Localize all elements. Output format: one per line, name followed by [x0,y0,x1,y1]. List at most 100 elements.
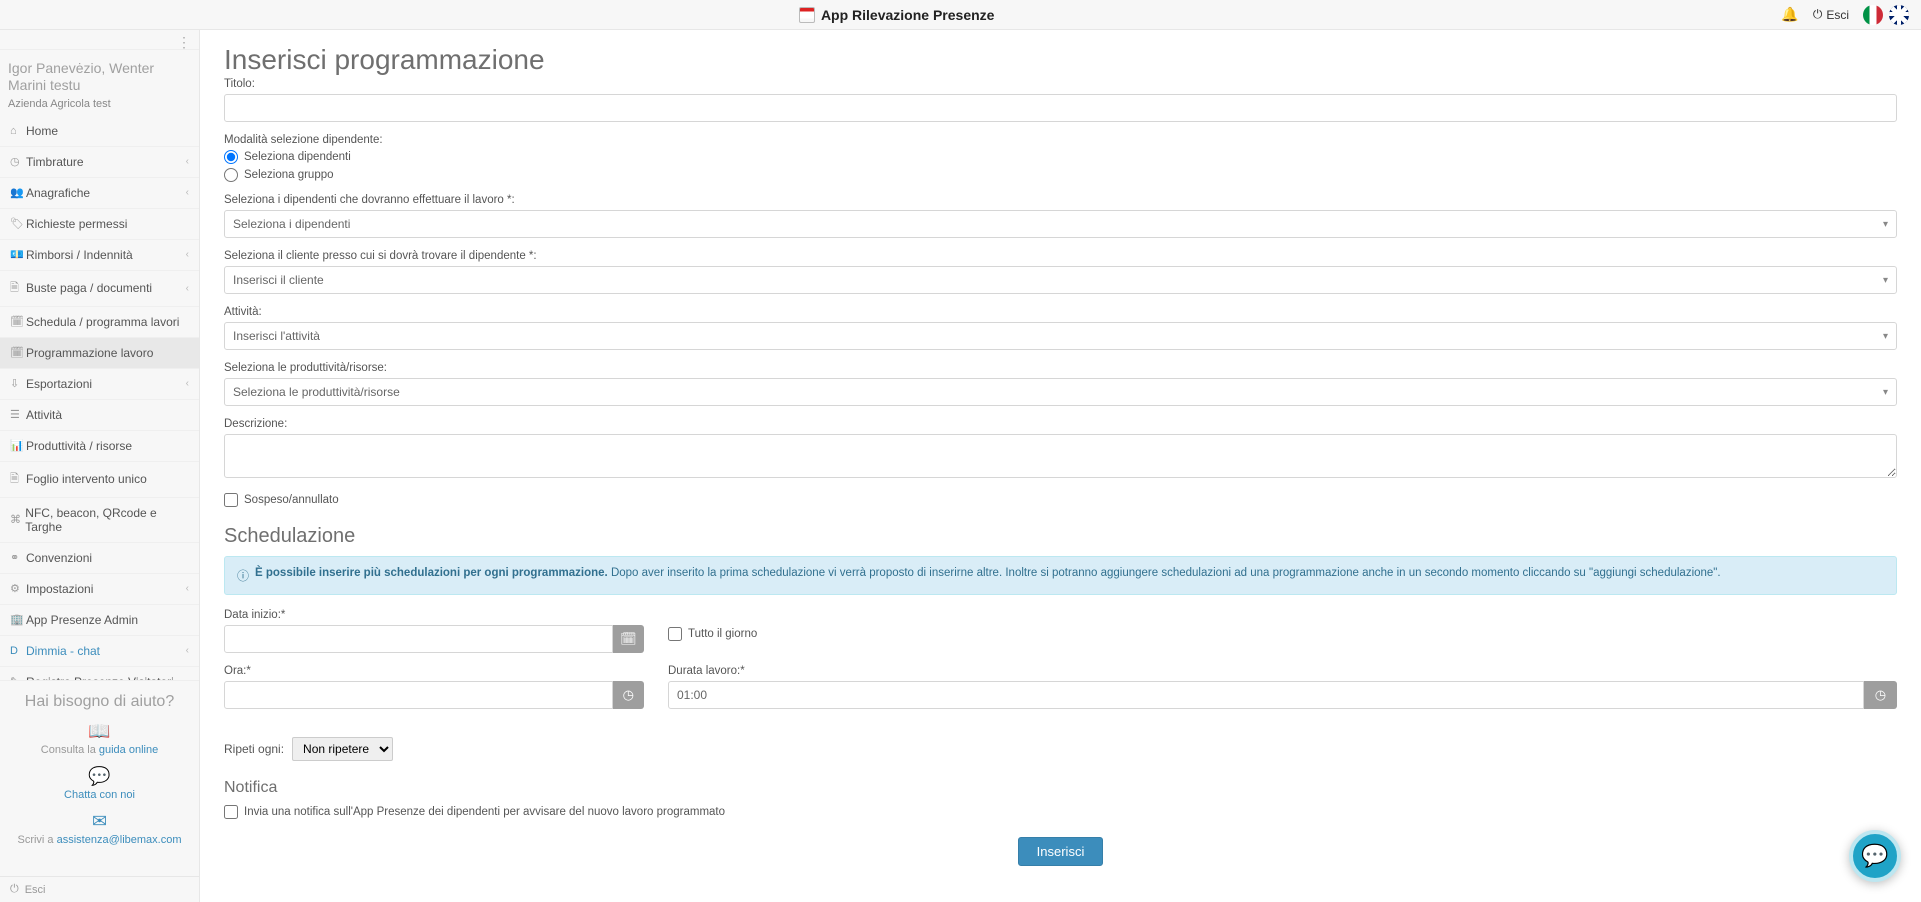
document-icon: 🗎 [10,279,26,298]
guide-link[interactable]: guida online [99,744,158,756]
sidebar-nav: ⌂Home ◷Timbrature‹ 👥Anagrafiche‹ 🏷Richie… [0,116,199,680]
chart-icon: 📊 [10,439,26,452]
caret-down-icon: ▾ [1883,387,1888,398]
clock-icon: ◷ [623,687,634,703]
notifications-icon[interactable]: 🔔 [1781,6,1798,23]
prod-select[interactable]: Seleziona le produttività/risorse ▾ [224,378,1897,406]
sidebar-footer-logout[interactable]: ⏻ Esci [0,876,199,902]
time-button[interactable]: ◷ [613,681,644,709]
sched-title: Schedulazione [224,525,1897,548]
chat-widget-button[interactable]: 💬 [1849,830,1901,882]
field-mode: Modalità selezione dipendente: Seleziona… [224,134,1897,182]
app-title-wrap: App Rilevazione Presenze [12,7,1781,23]
mode-option-dipendenti[interactable]: Seleziona dipendenti [224,150,1897,164]
topbar: App Rilevazione Presenze 🔔 ⏻ Esci [0,0,1921,30]
language-flags [1863,5,1909,25]
radio-gruppo[interactable] [224,168,238,182]
sidebar-collapse-button[interactable]: ⋮ [0,30,199,50]
employees-select[interactable]: Seleziona i dipendenti ▾ [224,210,1897,238]
field-repeat: Ripeti ogni: Non ripetere [224,737,1897,761]
calendar-button[interactable]: 🗓 [613,625,644,653]
nav-timbrature[interactable]: ◷Timbrature‹ [0,147,199,178]
mail-link[interactable]: assistenza@libemax.com [57,834,182,846]
mode-label: Modalità selezione dipendente: [224,134,1897,146]
field-start-date: Data inizio:* 🗓 [224,609,644,653]
user-company: Azienda Agricola test [8,98,191,110]
prod-label: Seleziona le produttività/risorse: [224,362,1897,374]
nav-programmazione[interactable]: 🗓Programmazione lavoro [0,338,199,369]
nav-app-admin[interactable]: 🏢App Presenze Admin [0,605,199,636]
start-date-input[interactable] [224,625,613,653]
nav-nfc[interactable]: ⌘NFC, beacon, QRcode e Targhe [0,498,199,543]
titolo-input[interactable] [224,94,1897,122]
clock-icon: ◷ [1875,687,1886,703]
suspended-checkbox[interactable] [224,493,238,507]
repeat-label: Ripeti ogni: [224,742,284,756]
nav-home[interactable]: ⌂Home [0,116,199,147]
nav-richieste[interactable]: 🏷Richieste permessi [0,209,199,240]
allday-checkbox[interactable] [668,627,682,641]
nav-anagrafiche[interactable]: 👥Anagrafiche‹ [0,178,199,209]
flag-italian-icon[interactable] [1863,5,1883,25]
nav-dimmia[interactable]: DDimmia - chat‹ [0,636,199,667]
duration-input[interactable] [668,681,1864,709]
field-titolo: Titolo: [224,78,1897,122]
page-title: Inserisci programmazione [224,44,1897,76]
time-input[interactable] [224,681,613,709]
field-time: Ora:* ◷ [224,665,644,709]
nav-foglio[interactable]: 🗎Foglio intervento unico [0,462,199,498]
calendar-icon: 🗓 [620,631,637,647]
nav-produttivita[interactable]: 📊Produttività / risorse [0,431,199,462]
help-chat: 💬 Chatta con noi [8,766,191,801]
repeat-select[interactable]: Non ripetere [292,737,393,761]
logout-link[interactable]: ⏻ Esci [1813,7,1849,22]
user-name: Igor Panevėzio, Wenter Marini testu [8,60,191,94]
nav-schedula[interactable]: 🗓Schedula / programma lavori [0,307,199,338]
gear-icon: ⚙ [10,582,26,595]
time-label: Ora:* [224,665,644,677]
export-icon: ⇩ [10,377,26,390]
mode-option-gruppo[interactable]: Seleziona gruppo [224,168,1897,182]
duration-button[interactable]: ◷ [1864,681,1897,709]
app-title: App Rilevazione Presenze [821,7,995,23]
activity-select[interactable]: Inserisci l'attività ▾ [224,322,1897,350]
field-activity: Attività: Inserisci l'attività ▾ [224,306,1897,350]
caret-down-icon: ▾ [1883,275,1888,286]
client-select[interactable]: Inserisci il cliente ▾ [224,266,1897,294]
desc-label: Descrizione: [224,418,1897,430]
help-title: Hai bisogno di aiuto? [8,693,191,711]
chat-link[interactable]: Chatta con noi [64,789,135,801]
speech-bubble-icon: 💬 [1861,843,1888,869]
nav-buste[interactable]: 🗎Buste paga / documenti‹ [0,271,199,307]
chat-icon: D [10,645,26,657]
nav-attivita[interactable]: ☰Attività [0,400,199,431]
chevron-left-icon: ‹ [186,249,189,260]
handshake-icon: ⚭ [10,551,26,564]
chevron-left-icon: ‹ [186,156,189,167]
power-icon: ⏻ [1813,7,1823,22]
field-suspended[interactable]: Sospeso/annullato [224,493,1897,507]
nav-esportazioni[interactable]: ⇩Esportazioni‹ [0,369,199,400]
nav-impostazioni[interactable]: ⚙Impostazioni‹ [0,574,199,605]
mail-icon: ✉ [8,811,191,832]
nav-rimborsi[interactable]: 💶Rimborsi / Indennità‹ [0,240,199,271]
submit-button[interactable]: Inserisci [1018,837,1104,866]
flag-english-icon[interactable] [1889,5,1909,25]
sidebar-help: Hai bisogno di aiuto? 📖 Consulta la guid… [0,680,199,876]
help-guide: 📖 Consulta la guida online [8,721,191,756]
info-text: È possibile inserire più schedulazioni p… [255,567,1721,579]
nav-convenzioni[interactable]: ⚭Convenzioni [0,543,199,574]
field-allday[interactable]: Tutto il giorno [668,627,1897,641]
employees-label: Seleziona i dipendenti che dovranno effe… [224,194,1897,206]
field-client: Seleziona il cliente presso cui si dovrà… [224,250,1897,294]
desc-textarea[interactable] [224,434,1897,478]
help-mail: ✉ Scrivi a assistenza@libemax.com [8,811,191,846]
nav-registro[interactable]: ✎Registro Presenze Visitatori [0,667,199,680]
date-label: Data inizio:* [224,609,644,621]
main-content: Inserisci programmazione Titolo: Modalit… [200,30,1921,902]
notify-checkbox[interactable] [224,805,238,819]
chevron-left-icon: ‹ [186,283,189,294]
field-notify[interactable]: Invia una notifica sull'App Presenze dei… [224,805,1897,819]
activity-label: Attività: [224,306,1897,318]
radio-dipendenti[interactable] [224,150,238,164]
